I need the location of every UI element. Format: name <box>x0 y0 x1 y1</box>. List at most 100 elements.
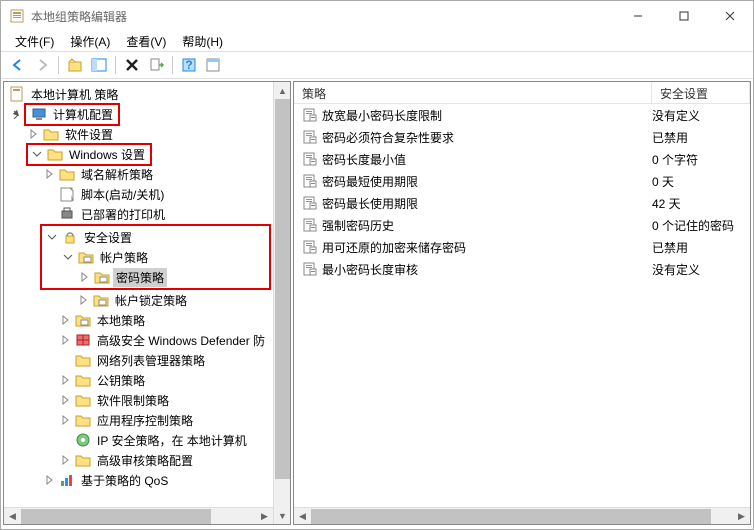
toolbar-separator <box>58 56 59 74</box>
menu-action[interactable]: 操作(A) <box>62 31 118 52</box>
tree-public-key[interactable]: 公钥策略 <box>6 370 271 390</box>
help-button[interactable]: ? <box>178 54 200 76</box>
tree-account-policies[interactable]: 帐户策略 <box>43 247 268 267</box>
policy-setting: 已禁用 <box>652 239 750 256</box>
tree-label: 密码策略 <box>113 268 167 287</box>
expander-icon[interactable] <box>76 293 90 307</box>
tree-software-settings[interactable]: 软件设置 <box>6 124 271 144</box>
policy-list[interactable]: 放宽最小密码长度限制没有定义密码必须符合复杂性要求已禁用密码长度最小值0 个字符… <box>294 104 750 507</box>
tree-policy-qos[interactable]: 基于策略的 QoS <box>6 470 271 490</box>
tree-password-policy[interactable]: 密码策略 <box>43 267 268 287</box>
policy-row[interactable]: 密码必须符合复杂性要求已禁用 <box>294 126 750 148</box>
policy-folder-icon <box>78 249 94 265</box>
policy-row[interactable]: 最小密码长度审核没有定义 <box>294 258 750 280</box>
show-hide-tree-button[interactable] <box>88 54 110 76</box>
tree-root[interactable]: 本地计算机 策略 <box>6 84 271 104</box>
tree-advanced-audit[interactable]: 高级审核策略配置 <box>6 450 271 470</box>
toolbar: ? <box>1 51 753 79</box>
folder-icon <box>59 166 75 182</box>
tree-ip-security[interactable]: IP 安全策略，在 本地计算机 <box>6 430 271 450</box>
policy-setting: 没有定义 <box>652 261 750 278</box>
expander-icon[interactable] <box>61 250 75 264</box>
scroll-up-icon[interactable]: ▲ <box>274 82 291 99</box>
expander-icon[interactable] <box>45 230 59 244</box>
tree-label: 高级安全 Windows Defender 防 <box>94 331 268 350</box>
policy-item-icon <box>302 217 318 233</box>
policy-item-icon <box>302 239 318 255</box>
expander-icon[interactable] <box>58 333 72 347</box>
policy-row[interactable]: 强制密码历史0 个记住的密码 <box>294 214 750 236</box>
expander-icon[interactable] <box>58 313 72 327</box>
tree-scrollbar-horizontal[interactable]: ◀ ▶ <box>4 507 273 524</box>
tree-scrollbar-vertical[interactable]: ▲ ▼ <box>273 82 290 524</box>
expander-icon[interactable] <box>42 167 56 181</box>
scroll-right-icon[interactable]: ▶ <box>733 508 750 525</box>
scroll-right-icon[interactable]: ▶ <box>256 508 273 525</box>
toolbar-separator <box>115 56 116 74</box>
policy-setting: 0 个字符 <box>652 151 750 168</box>
tree-dns-policy[interactable]: 域名解析策略 <box>6 164 271 184</box>
tree-defender[interactable]: 高级安全 Windows Defender 防 <box>6 330 271 350</box>
up-button[interactable] <box>64 54 86 76</box>
forward-button[interactable] <box>31 54 53 76</box>
expander-icon[interactable] <box>58 413 72 427</box>
expander-icon[interactable] <box>58 453 72 467</box>
policy-item-icon <box>302 261 318 277</box>
back-button[interactable] <box>7 54 29 76</box>
policy-row[interactable]: 密码最长使用期限42 天 <box>294 192 750 214</box>
expander-icon[interactable] <box>42 473 56 487</box>
policy-name: 密码长度最小值 <box>322 151 652 168</box>
policy-name: 用可还原的加密来储存密码 <box>322 239 652 256</box>
menu-file[interactable]: 文件(F) <box>7 31 62 52</box>
tree-account-lockout[interactable]: 帐户锁定策略 <box>6 290 271 310</box>
details-pane: 策略 安全设置 放宽最小密码长度限制没有定义密码必须符合复杂性要求已禁用密码长度… <box>293 81 751 525</box>
policy-row[interactable]: 密码最短使用期限0 天 <box>294 170 750 192</box>
tree-software-restriction[interactable]: 软件限制策略 <box>6 390 271 410</box>
tree-label: 本地计算机 策略 <box>28 85 121 104</box>
delete-button[interactable] <box>121 54 143 76</box>
minimize-button[interactable] <box>615 1 661 31</box>
policy-name: 密码最长使用期限 <box>322 195 652 212</box>
tree-scripts[interactable]: 脚本(启动/关机) <box>6 184 271 204</box>
policy-tree[interactable]: 本地计算机 策略 计算机配置 <box>4 82 273 507</box>
policy-row[interactable]: 密码长度最小值0 个字符 <box>294 148 750 170</box>
tree-deployed-printers[interactable]: 已部署的打印机 <box>6 204 271 224</box>
list-scrollbar-horizontal[interactable]: ◀ ▶ <box>294 507 750 524</box>
printer-icon <box>59 206 75 222</box>
properties-button[interactable] <box>202 54 224 76</box>
tree-label: 安全设置 <box>81 228 135 247</box>
ipsec-icon <box>75 432 91 448</box>
menu-help[interactable]: 帮助(H) <box>174 31 231 52</box>
tree-windows-settings[interactable]: Windows 设置 <box>6 144 271 164</box>
folder-icon <box>43 126 59 142</box>
tree-security-settings[interactable]: 安全设置 <box>43 227 268 247</box>
column-setting[interactable]: 安全设置 <box>652 82 750 103</box>
qos-icon <box>59 472 75 488</box>
menu-view[interactable]: 查看(V) <box>118 31 174 52</box>
tree-app-control[interactable]: 应用程序控制策略 <box>6 410 271 430</box>
policy-setting: 没有定义 <box>652 107 750 124</box>
scroll-down-icon[interactable]: ▼ <box>274 507 291 524</box>
column-policy[interactable]: 策略 <box>294 82 652 103</box>
scroll-left-icon[interactable]: ◀ <box>294 508 311 525</box>
expander-icon[interactable] <box>58 393 72 407</box>
policy-name: 密码必须符合复杂性要求 <box>322 129 652 146</box>
tree-computer-config[interactable]: 计算机配置 <box>6 104 271 124</box>
policy-row[interactable]: 放宽最小密码长度限制没有定义 <box>294 104 750 126</box>
scroll-left-icon[interactable]: ◀ <box>4 508 21 525</box>
toolbar-separator <box>172 56 173 74</box>
expander-icon[interactable] <box>30 147 44 161</box>
expander-icon[interactable] <box>26 127 40 141</box>
window-title: 本地组策略编辑器 <box>31 8 615 25</box>
expander-icon[interactable] <box>77 270 91 284</box>
maximize-button[interactable] <box>661 1 707 31</box>
policy-row[interactable]: 用可还原的加密来储存密码已禁用 <box>294 236 750 258</box>
expander-icon[interactable] <box>58 373 72 387</box>
expander-icon[interactable] <box>10 107 24 121</box>
tree-network-list[interactable]: 网络列表管理器策略 <box>6 350 271 370</box>
tree-label: 帐户锁定策略 <box>112 291 190 310</box>
export-button[interactable] <box>145 54 167 76</box>
tree-local-policies[interactable]: 本地策略 <box>6 310 271 330</box>
close-button[interactable] <box>707 1 753 31</box>
tree-label: 公钥策略 <box>94 371 148 390</box>
